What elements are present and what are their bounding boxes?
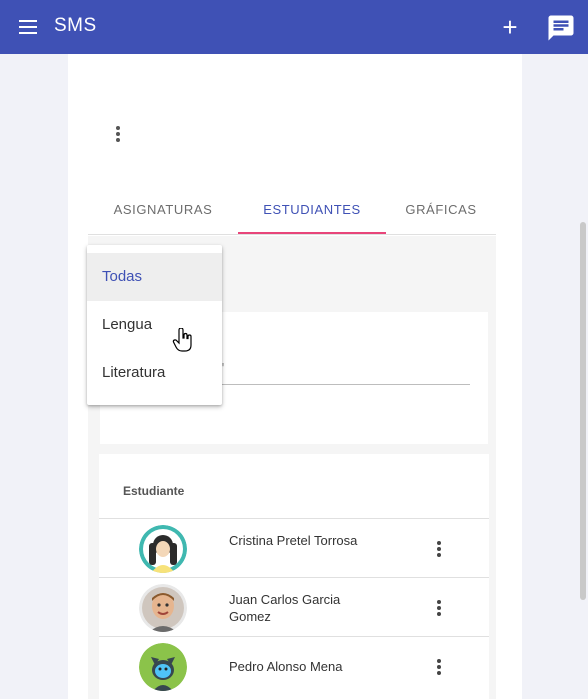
tab-estudiantes[interactable]: ESTUDIANTES [238, 188, 386, 234]
tab-asignaturas[interactable]: ASIGNATURAS [88, 188, 238, 234]
tab-indicator [238, 232, 386, 234]
avatar [139, 643, 187, 691]
avatar [139, 525, 187, 573]
more-vert-icon[interactable] [429, 596, 449, 620]
more-vert-icon[interactable] [429, 655, 449, 679]
avatar [139, 584, 187, 632]
student-name: Pedro Alonso Mena [229, 659, 343, 674]
app-title: SMS [54, 15, 97, 36]
menu-item-todas[interactable]: Todas [87, 253, 222, 301]
message-icon[interactable] [546, 13, 576, 43]
left-background [0, 54, 68, 699]
table-row[interactable]: Juan Carlos Garcia Gomez [99, 577, 489, 636]
table-row[interactable]: Cristina Pretel Torrosa [99, 518, 489, 577]
student-name: Cristina Pretel Torrosa [229, 533, 358, 548]
more-vert-icon[interactable] [429, 537, 449, 561]
search-input-underline [212, 384, 470, 385]
subject-dropdown-menu: Todas Lengua Literatura [87, 245, 222, 405]
scrollbar-thumb[interactable] [580, 222, 586, 600]
menu-item-literatura[interactable]: Literatura [87, 349, 222, 397]
table-row[interactable]: Pedro Alonso Mena [99, 636, 489, 695]
hand-cursor-icon [172, 327, 194, 352]
add-button[interactable]: + [496, 12, 524, 42]
tab-graficas[interactable]: GRÁFICAS [386, 188, 496, 234]
students-table: Estudiante Cristina Pretel Torrosa Juan … [99, 454, 489, 699]
menu-icon[interactable] [14, 12, 44, 42]
app-bar: SMS + [0, 0, 588, 54]
student-name: Juan Carlos Garcia Gomez [229, 592, 341, 624]
menu-item-lengua[interactable]: Lengua [87, 301, 222, 349]
tab-bar: ASIGNATURAS ESTUDIANTES GRÁFICAS [88, 188, 496, 235]
more-vert-icon[interactable] [108, 122, 128, 146]
column-header-student: Estudiante [123, 484, 185, 498]
